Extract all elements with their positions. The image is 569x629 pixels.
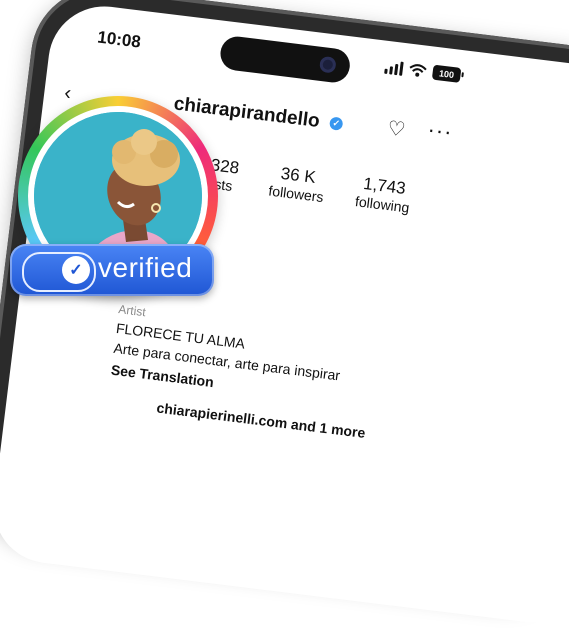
notification-bell-icon[interactable]: ♡	[386, 116, 407, 143]
bio-link[interactable]: chiarapierinelli.com and 1 more	[156, 399, 366, 440]
dynamic-island	[218, 34, 352, 85]
phone: 10:08 100 ‹ chiarapirandello ✓ ♡ ··· 1,3	[0, 0, 569, 629]
wifi-icon	[409, 63, 427, 77]
signal-icon	[384, 59, 404, 76]
category-label: Artist	[117, 302, 147, 320]
verified-check-icon: ✓	[328, 116, 344, 132]
following-stat[interactable]: 1,743 following	[354, 173, 412, 216]
verified-badge: ✓ verified	[10, 244, 214, 296]
verified-badge-label: verified	[98, 252, 193, 283]
followers-stat[interactable]: 36 K followers	[268, 163, 327, 205]
back-arrow-icon[interactable]: ‹	[63, 82, 72, 106]
more-dots-icon[interactable]: ···	[426, 116, 454, 145]
status-icons: 100	[384, 59, 462, 83]
phone-screen: 10:08 100 ‹ chiarapirandello ✓ ♡ ··· 1,3	[0, 0, 569, 629]
camera-icon	[318, 55, 337, 74]
username: chiarapirandello ✓	[173, 93, 344, 136]
profile-stats: 1,328 posts 36 K followers 1,743 followi…	[194, 154, 413, 216]
username-text: chiarapirandello	[172, 93, 321, 133]
battery-icon: 100	[431, 64, 462, 83]
verified-badge-check-icon: ✓	[62, 256, 90, 284]
status-time: 10:08	[96, 27, 142, 52]
